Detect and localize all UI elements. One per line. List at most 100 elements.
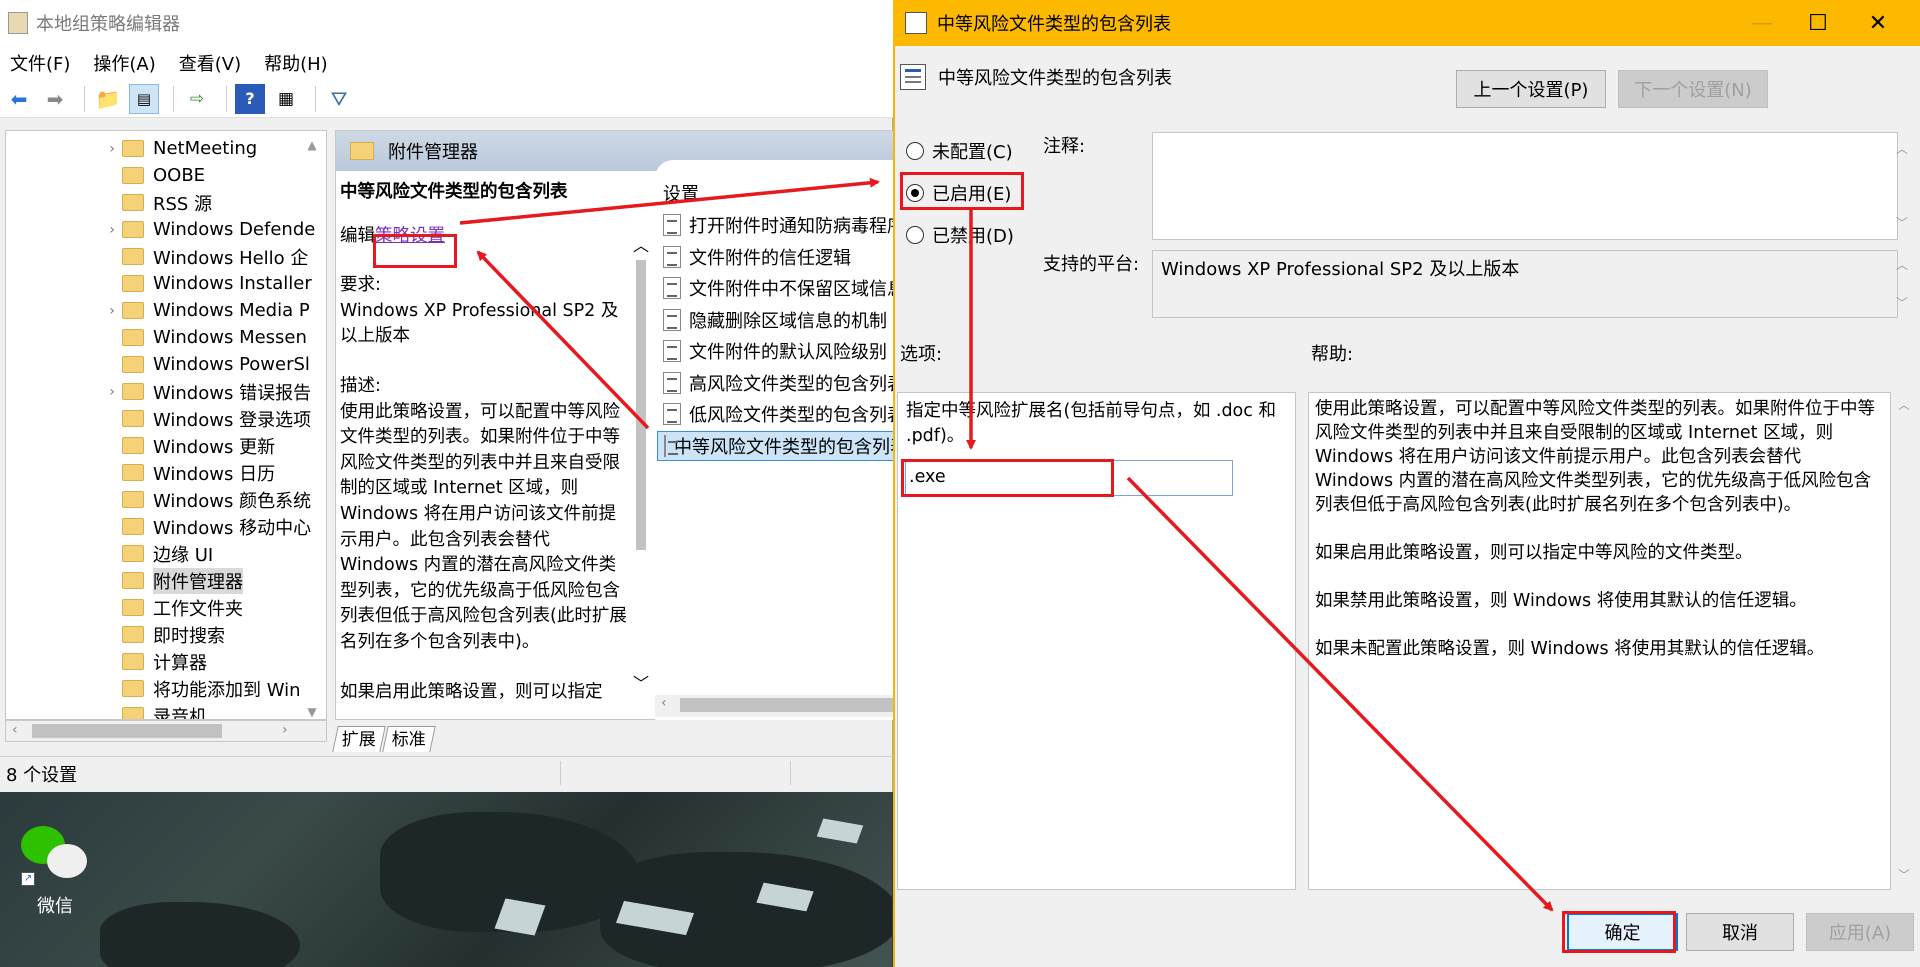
folder-icon (122, 437, 144, 454)
tree-item[interactable]: › Windows Media P (6, 297, 310, 324)
tree-item[interactable]: Windows PowerSl (6, 351, 310, 378)
back-icon[interactable]: ⬅ (4, 84, 34, 114)
export-list-icon[interactable]: ⇨ (182, 84, 212, 114)
properties-icon[interactable]: ▦ (271, 84, 301, 114)
platform-scroll-up-icon[interactable]: ︿ (1892, 256, 1912, 273)
scroll-right-icon[interactable]: › (282, 722, 288, 738)
cancel-button[interactable]: 取消 (1686, 913, 1794, 951)
tree-item[interactable]: 将功能添加到 Win (6, 675, 301, 702)
tree-item[interactable]: Windows Messen (6, 324, 307, 351)
tree-item[interactable]: › Windows 错误报告 (6, 378, 311, 405)
comment-scroll-up-icon[interactable]: ︿ (1892, 140, 1912, 157)
close-icon[interactable]: ✕ (1849, 0, 1907, 46)
wechat-shortcut[interactable]: ↗ 微信 (15, 822, 95, 922)
minimize-icon[interactable]: — (1733, 0, 1791, 46)
platform-scroll-down-icon[interactable]: ﹀ (1892, 294, 1912, 311)
menu-view[interactable]: 查看(V) (179, 50, 241, 76)
prev-setting-button[interactable]: 上一个设置(P) (1456, 70, 1606, 108)
tab-standard[interactable]: 标准 (382, 726, 436, 752)
tab-extended[interactable]: 扩展 (332, 726, 386, 752)
folder-icon (122, 140, 144, 157)
tree-item-label: NetMeeting (153, 138, 258, 159)
folder-icon (122, 194, 144, 211)
expand-arrow-icon[interactable]: › (102, 384, 122, 400)
tree-item[interactable]: Windows Installer (6, 270, 312, 297)
tree-item-label: 计算器 (153, 652, 207, 674)
tree-item[interactable]: Windows 登录选项 (6, 405, 311, 432)
setting-item-label: 隐藏删除区域信息的机制 (689, 310, 887, 332)
tree-item[interactable]: Windows 移动中心 (6, 513, 311, 540)
comment-textarea[interactable] (1152, 132, 1898, 240)
expand-arrow-icon[interactable]: › (102, 222, 122, 238)
tree-item[interactable]: 即时搜索 (6, 621, 225, 648)
scroll-left-icon[interactable]: ‹ (12, 722, 18, 738)
settings-hscrollbar[interactable]: ‹ (655, 695, 895, 717)
folder-icon (122, 707, 144, 719)
tree-item[interactable]: Windows 更新 (6, 432, 275, 459)
view-tabs: 扩展 标准 (332, 722, 895, 752)
tree-item[interactable]: RSS 源 (6, 189, 212, 216)
help-icon[interactable]: ? (235, 83, 265, 114)
tree-item[interactable]: › Windows Defende (6, 216, 315, 243)
help-scroll-down-icon[interactable]: ﹀ (1894, 866, 1914, 883)
settings-column-header[interactable]: 设置 (663, 180, 699, 206)
menu-action[interactable]: 操作(A) (93, 50, 155, 76)
setting-item[interactable]: 打开附件时通知防病毒程序 (663, 210, 895, 240)
radio-disabled[interactable]: 已禁用(D) (906, 222, 1014, 248)
setting-item[interactable]: 高风险文件类型的包含列表 (663, 368, 895, 398)
requirements-label: 要求: (340, 275, 381, 296)
tree-item-label: 即时搜索 (153, 625, 225, 647)
folder-icon (122, 626, 144, 643)
radio-circle[interactable] (906, 142, 924, 160)
description-scrollbar[interactable]: ︿ ﹀ (630, 232, 652, 694)
tree-item-label: Windows Defende (153, 219, 316, 240)
gpedit-toolbar: ⬅ ➡ 📁 ▤ ⇨ ? ▦ ⛛ (0, 80, 893, 118)
tree-item[interactable]: Windows 日历 (6, 459, 275, 486)
policy-setting-icon (663, 371, 681, 394)
setting-item[interactable]: 文件附件的信任逻辑 (663, 242, 851, 272)
details-header-title: 附件管理器 (388, 142, 478, 163)
tree-scroll-down-icon[interactable]: ▼ (302, 705, 322, 719)
maximize-icon[interactable]: ☐ (1789, 0, 1847, 46)
setting-item[interactable]: 文件附件中不保留区域信息 (663, 273, 895, 303)
tree-hscroll-thumb[interactable] (32, 724, 222, 738)
tree-item[interactable]: 计算器 (6, 648, 207, 675)
tree-item[interactable]: › NetMeeting (6, 135, 257, 162)
help-scroll-up-icon[interactable]: ︿ (1894, 396, 1914, 413)
expand-arrow-icon[interactable]: › (102, 303, 122, 319)
gpedit-app-icon (8, 12, 28, 34)
up-folder-icon[interactable]: 📁 (93, 84, 123, 114)
tree-item[interactable]: 工作文件夹 (6, 594, 243, 621)
tree-item[interactable]: OOBE (6, 162, 205, 189)
menu-help[interactable]: 帮助(H) (264, 50, 328, 76)
tree-horizontal-scrollbar[interactable]: ‹ › (5, 720, 327, 742)
apply-button[interactable]: 应用(A) (1806, 913, 1914, 951)
tree-item[interactable]: 边缘 UI (6, 540, 213, 567)
setting-item[interactable]: 文件附件的默认风险级别 (663, 336, 887, 366)
show-tree-icon[interactable]: ▤ (129, 83, 159, 114)
setting-item[interactable]: 隐藏删除区域信息的机制 (663, 305, 887, 335)
expand-arrow-icon[interactable]: › (102, 141, 122, 157)
wechat-icon: ↗ (21, 822, 91, 886)
menu-file[interactable]: 文件(F) (10, 50, 70, 76)
filter-icon[interactable]: ⛛ (324, 84, 354, 114)
annotation-box-link (373, 234, 457, 268)
description-text: 使用此策略设置，可以配置中等风险文件类型的列表。如果附件位于中等风险文件类型的列… (340, 401, 627, 652)
folder-icon (350, 142, 374, 160)
settings-list[interactable]: 设置 打开附件时通知防病毒程序 文件附件的信任逻辑 文件附件中不保留区域信息隐藏删除… (655, 160, 895, 720)
setting-item[interactable]: 中等风险文件类型的包含列表 (657, 430, 895, 461)
radio-not-configured[interactable]: 未配置(C) (906, 138, 1013, 164)
tree-scroll-up-icon[interactable]: ▲ (302, 138, 322, 152)
tree-item[interactable]: Windows Hello 企 (6, 243, 308, 270)
next-setting-button[interactable]: 下一个设置(N) (1618, 70, 1768, 108)
folder-icon (122, 653, 144, 670)
policy-tree[interactable]: › NetMeeting OOBE RSS 源 › Windows Defende Wind… (5, 130, 327, 720)
comment-scroll-down-icon[interactable]: ﹀ (1892, 214, 1912, 231)
tree-item[interactable]: Windows 颜色系统 (6, 486, 311, 513)
setting-item[interactable]: 低风险文件类型的包含列表 (663, 399, 895, 429)
tree-item[interactable]: 附件管理器 (6, 567, 243, 594)
tree-item[interactable]: 录音机 (6, 702, 207, 719)
forward-icon[interactable]: ➡ (40, 84, 70, 114)
folder-icon (122, 491, 144, 508)
radio-circle[interactable] (906, 226, 924, 244)
